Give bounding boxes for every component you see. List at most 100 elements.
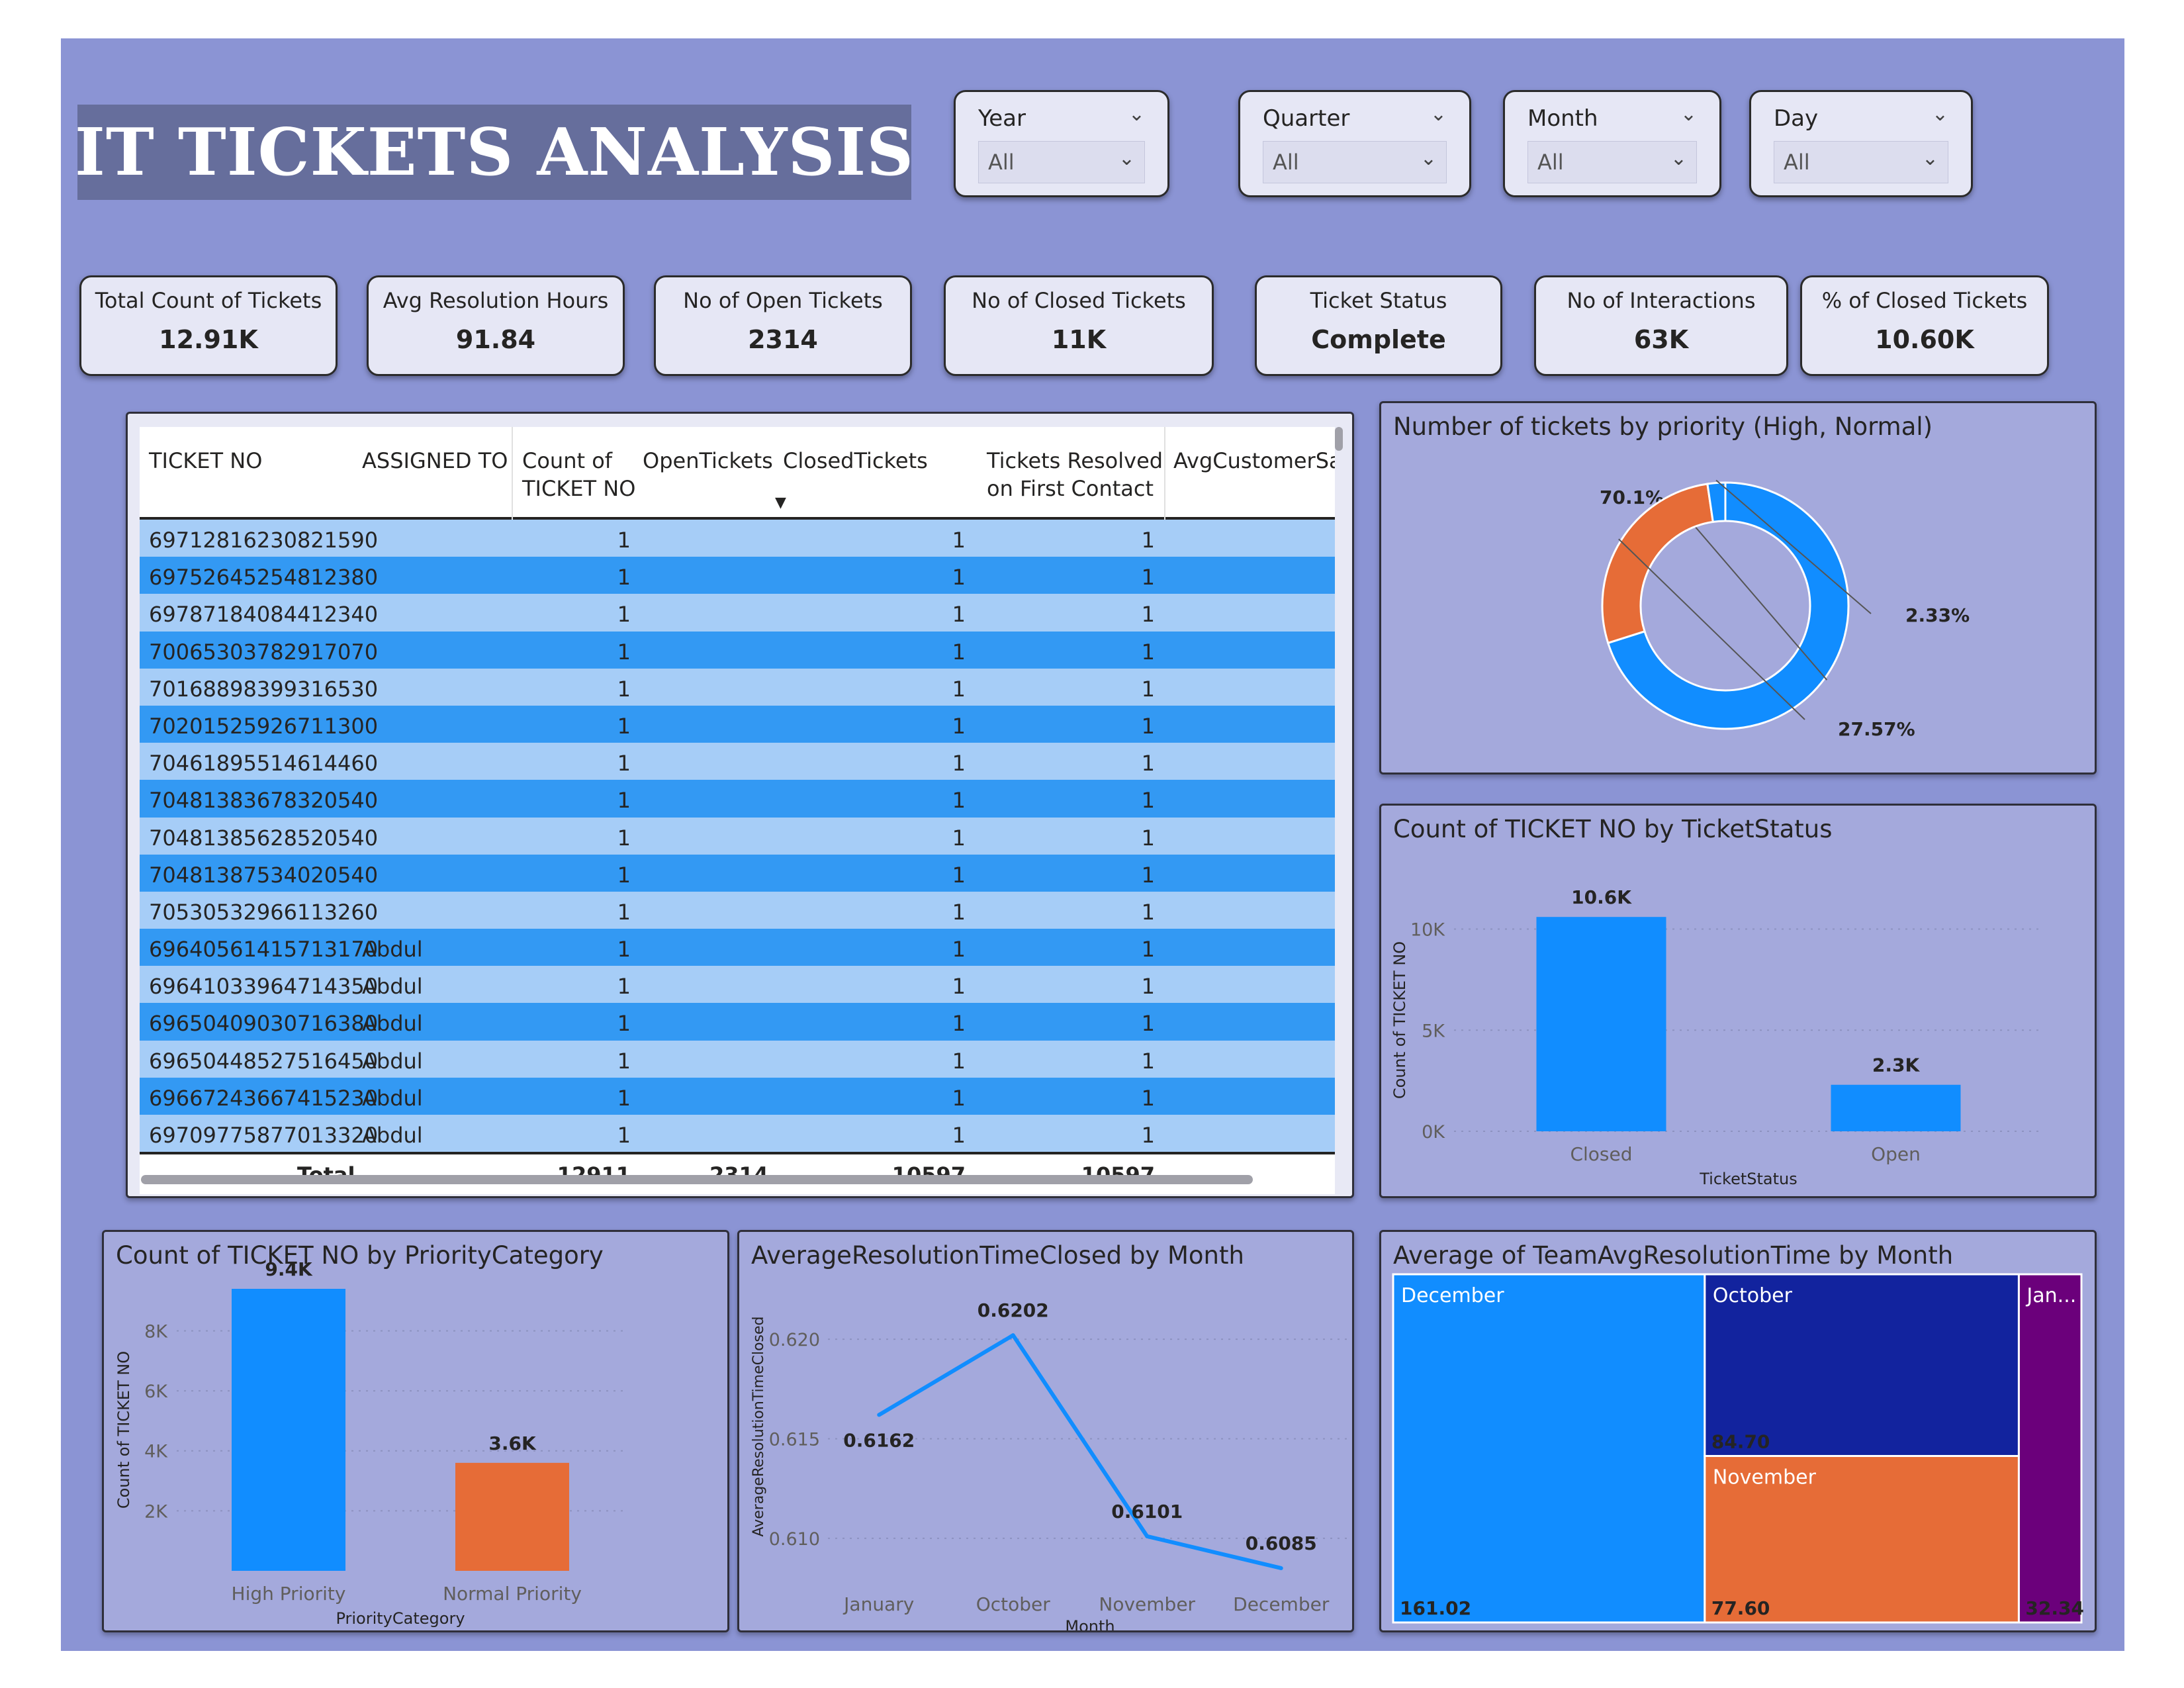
cell-count: 1	[617, 1048, 631, 1074]
year-dropdown[interactable]: All ⌄	[978, 141, 1145, 183]
cell-ticket-no: 69667243667415230	[149, 1085, 379, 1111]
kpi-value: 10.60K	[1875, 325, 1974, 354]
cell-ticket-no: 69752645254812380	[149, 565, 379, 590]
horizontal-scrollbar[interactable]	[141, 1175, 1253, 1184]
bar[interactable]	[455, 1462, 569, 1571]
table-row[interactable]: 69712816230821590 1 1 1	[140, 520, 1335, 557]
table-row[interactable]: 69667243667415230 Abdul 1 1 1	[140, 1077, 1335, 1115]
line-series[interactable]	[878, 1333, 1282, 1570]
table-row[interactable]: 69650448527516450 Abdul 1 1 1	[140, 1040, 1335, 1078]
table-row[interactable]: 69640561415713170 Abdul 1 1 1	[140, 929, 1335, 966]
cell-closed-tickets: 1	[952, 1123, 966, 1148]
treemap-value-label: 161.02	[1400, 1597, 1471, 1619]
cell-assigned-to: Abdul	[362, 1048, 423, 1074]
table-row[interactable]: 69709775877013320 Abdul 1 1 1	[140, 1115, 1335, 1152]
column-header-open-tickets[interactable]: OpenTickets	[643, 447, 773, 475]
cell-count: 1	[617, 937, 631, 962]
table-row[interactable]: 69641033964714350 Abdul 1 1 1	[140, 966, 1335, 1004]
vertical-scrollbar[interactable]	[1335, 427, 1343, 451]
cell-resolved-first-contact: 1	[1141, 528, 1155, 553]
column-header-resolved-line1: Tickets Resolved	[987, 448, 1163, 473]
kpi-value: 91.84	[455, 325, 536, 354]
day-dropdown[interactable]: All ⌄	[1774, 141, 1948, 183]
priority-category-bar-panel: Count of TICKET NO by PriorityCategory 2…	[102, 1230, 729, 1632]
column-header-avg-customer-sat[interactable]: AvgCustomerSat	[1173, 447, 1335, 475]
cell-assigned-to: Abdul	[362, 1011, 423, 1037]
column-header-resolved-line2: on First Contact	[987, 476, 1154, 501]
table-row[interactable]: 69650409030716380 Abdul 1 1 1	[140, 1003, 1335, 1041]
line-point[interactable]	[1279, 1566, 1283, 1570]
month-slicer[interactable]: Month ⌄ All ⌄	[1503, 90, 1721, 197]
priority-category-bar-chart: 2K 4K 6K 8K 9.4K High Priority 3.6K Normal Prio…	[114, 1258, 624, 1628]
treemap-tile[interactable]	[2017, 1273, 2083, 1624]
bar[interactable]	[232, 1289, 345, 1571]
sort-descending-icon[interactable]: ▼	[775, 494, 786, 511]
table-row[interactable]: 70481385628520540 1 1 1	[140, 817, 1335, 855]
cell-ticket-no: 69650448527516450	[149, 1048, 379, 1074]
line-point[interactable]	[877, 1413, 882, 1417]
chevron-down-icon[interactable]: ⌄	[1932, 103, 1948, 126]
table-row[interactable]: 69787184084412340 1 1 1	[140, 594, 1335, 632]
cell-closed-tickets: 1	[952, 825, 966, 851]
chevron-down-icon[interactable]: ⌄	[1430, 103, 1447, 126]
treemap-value-label: 84.70	[1711, 1431, 1770, 1453]
column-header-count[interactable]: Count of TICKET NO	[522, 447, 635, 502]
quarter-dropdown[interactable]: All ⌄	[1263, 141, 1447, 183]
day-slicer[interactable]: Day ⌄ All ⌄	[1749, 90, 1973, 197]
cell-closed-tickets: 1	[952, 974, 966, 1000]
cell-resolved-first-contact: 1	[1141, 825, 1155, 851]
kpi-label: No of Interactions	[1567, 288, 1756, 313]
bar[interactable]	[1831, 1084, 1961, 1131]
table-row[interactable]: 70065303782917070 1 1 1	[140, 631, 1335, 669]
year-slicer[interactable]: Year ⌄ All ⌄	[954, 90, 1169, 197]
chevron-down-icon[interactable]: ⌄	[1128, 103, 1145, 126]
cell-count: 1	[617, 751, 631, 776]
kpi-card-open-tickets: No of Open Tickets 2314	[654, 275, 912, 376]
cell-closed-tickets: 1	[952, 899, 966, 925]
bar-data-label: 9.4K	[265, 1258, 313, 1280]
x-tick-label: Closed	[1570, 1143, 1632, 1165]
table-row[interactable]: 70530532966113260 1 1 1	[140, 891, 1335, 929]
table-total-row: Total 12911 2314 10597 10597	[140, 1152, 1335, 1195]
treemap-category-label: October	[1713, 1284, 1793, 1307]
column-header-closed-tickets[interactable]: ClosedTickets	[783, 447, 928, 475]
quarter-slicer-label: Quarter	[1263, 105, 1350, 132]
table-row[interactable]: 70481387534020540 1 1 1	[140, 854, 1335, 892]
y-tick-label: 0.620	[769, 1330, 820, 1350]
y-tick-label: 0.610	[769, 1529, 820, 1550]
cell-closed-tickets: 1	[952, 937, 966, 962]
day-slicer-label: Day	[1774, 105, 1819, 132]
kpi-value: 11K	[1051, 325, 1107, 354]
y-tick-label: 0K	[1422, 1122, 1445, 1143]
column-header-ticket-no[interactable]: TICKET NO	[149, 447, 262, 475]
chevron-down-icon[interactable]: ⌄	[1680, 103, 1697, 126]
year-dropdown-value: All	[988, 150, 1015, 175]
table-row[interactable]: 70201525926711300 1 1 1	[140, 705, 1335, 743]
month-dropdown[interactable]: All ⌄	[1527, 141, 1697, 183]
bar[interactable]	[1536, 917, 1666, 1131]
kpi-card-percent-closed: % of Closed Tickets 10.60K	[1800, 275, 2049, 376]
treemap-tile[interactable]	[1392, 1273, 1706, 1624]
bar-data-label: 3.6K	[488, 1432, 537, 1454]
kpi-value: Complete	[1311, 325, 1446, 354]
table-row[interactable]: 70461895514614460 1 1 1	[140, 743, 1335, 780]
team-resolution-treemap: December 161.02 October 84.70 November 77.60 J…	[1392, 1273, 2084, 1624]
cell-resolved-first-contact: 1	[1141, 639, 1155, 665]
table-row[interactable]: 70168898399316530 1 1 1	[140, 668, 1335, 706]
cell-closed-tickets: 1	[952, 713, 966, 739]
line-point[interactable]	[1145, 1534, 1150, 1538]
line-point[interactable]	[1011, 1333, 1015, 1338]
table-row[interactable]: 70481383678320540 1 1 1	[140, 780, 1335, 818]
quarter-slicer[interactable]: Quarter ⌄ All ⌄	[1238, 90, 1471, 197]
tickets-table: TICKET NO ASSIGNED TO Count of TICKET NO…	[140, 427, 1335, 1195]
kpi-label: Total Count of Tickets	[95, 288, 322, 313]
y-tick-label: 5K	[1422, 1021, 1445, 1041]
quarter-dropdown-value: All	[1273, 150, 1299, 175]
column-header-resolved-first-contact[interactable]: Tickets Resolved on First Contact	[987, 447, 1163, 502]
chevron-down-icon: ⌄	[1118, 147, 1135, 170]
table-row[interactable]: 69752645254812380 1 1 1	[140, 557, 1335, 594]
cell-ticket-no: 69712816230821590	[149, 528, 379, 553]
priority-donut-chart: 70.1%27.57%2.33%	[1600, 479, 1970, 740]
cell-assigned-to: Abdul	[362, 1085, 423, 1111]
column-header-assigned-to[interactable]: ASSIGNED TO	[362, 447, 508, 475]
